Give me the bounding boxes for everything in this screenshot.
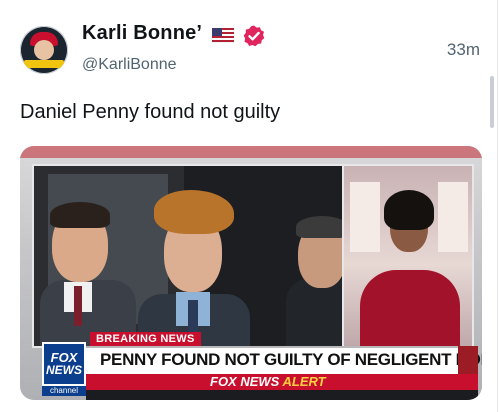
studio-red-strip <box>20 146 482 158</box>
headline-text: PENNY FOUND NOT GUILTY OF NEGLIGENT HOMI… <box>100 350 482 369</box>
headline-bar-tip <box>458 346 478 374</box>
post-media-image[interactable]: FOX NEWS channel BREAKING NEWS PENNY FOU… <box>20 146 482 400</box>
avatar-banner-shape <box>24 60 64 68</box>
verified-badge-icon <box>243 25 265 47</box>
timestamp[interactable]: 33m <box>447 40 480 60</box>
alert-text: FOX NEWS ALERT <box>210 375 326 389</box>
avatar[interactable] <box>20 26 68 74</box>
breaking-news-label: BREAKING NEWS <box>90 332 201 346</box>
logo-text-news: NEWS <box>46 363 82 377</box>
logo-text-channel: channel <box>42 386 86 396</box>
column-divider <box>497 0 498 412</box>
avatar-face-shape <box>34 40 54 60</box>
display-name[interactable]: Karli Bonne’ <box>82 22 202 45</box>
alert-text-prefix: FOX NEWS <box>210 374 280 389</box>
post-text: Daniel Penny found not guilty <box>20 101 281 123</box>
video-panel-anchor <box>342 164 474 348</box>
social-post: Karli Bonne’ @KarliBonne 33m Daniel Penn… <box>0 0 500 412</box>
us-flag-icon <box>212 28 234 43</box>
alert-text-suffix: ALERT <box>282 374 326 389</box>
news-ticker-bar <box>86 390 478 400</box>
fox-news-logo: FOX NEWS <box>42 342 86 386</box>
anchor-window-shape <box>350 182 380 252</box>
anchor-window-shape <box>438 182 468 252</box>
handle[interactable]: @KarliBonne <box>82 56 177 74</box>
video-panel-left <box>32 164 348 348</box>
scrollbar-thumb[interactable] <box>490 76 494 128</box>
